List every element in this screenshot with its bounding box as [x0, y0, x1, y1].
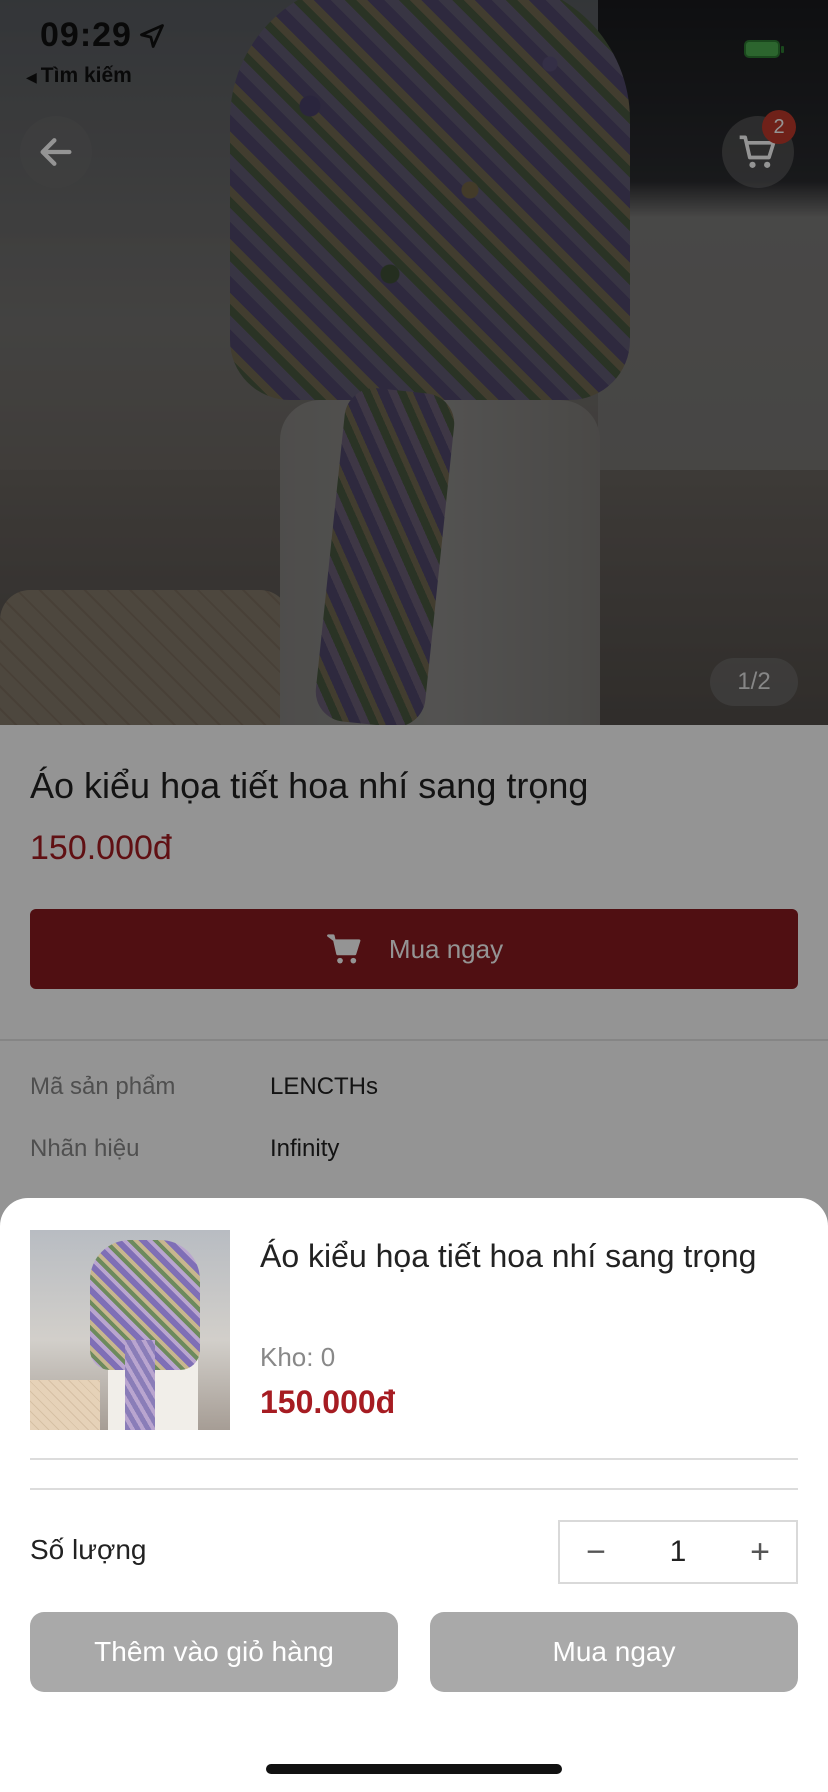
- quantity-label: Số lượng: [30, 1534, 147, 1565]
- quantity-decrease-button[interactable]: −: [578, 1535, 614, 1569]
- add-to-cart-button[interactable]: Thêm vào giỏ hàng: [30, 1612, 398, 1692]
- thumb-sash-graphic: [125, 1340, 155, 1430]
- quantity-increase-button[interactable]: +: [742, 1535, 778, 1569]
- quantity-stepper: − 1 +: [558, 1520, 798, 1584]
- divider: [30, 1488, 798, 1490]
- home-indicator: [266, 1764, 562, 1774]
- divider: [30, 1458, 798, 1460]
- sheet-product-title: Áo kiểu họa tiết hoa nhí sang trọng: [260, 1238, 757, 1274]
- buy-now-button[interactable]: Mua ngay: [430, 1612, 798, 1692]
- sheet-product-price: 150.000đ: [260, 1384, 396, 1420]
- add-to-cart-sheet: Áo kiểu họa tiết hoa nhí sang trọng Kho:…: [0, 1198, 828, 1792]
- stock-label: Kho: 0: [260, 1342, 336, 1372]
- product-thumbnail: [30, 1230, 230, 1430]
- thumb-bag-graphic: [30, 1380, 100, 1430]
- quantity-value[interactable]: 1: [670, 1535, 687, 1569]
